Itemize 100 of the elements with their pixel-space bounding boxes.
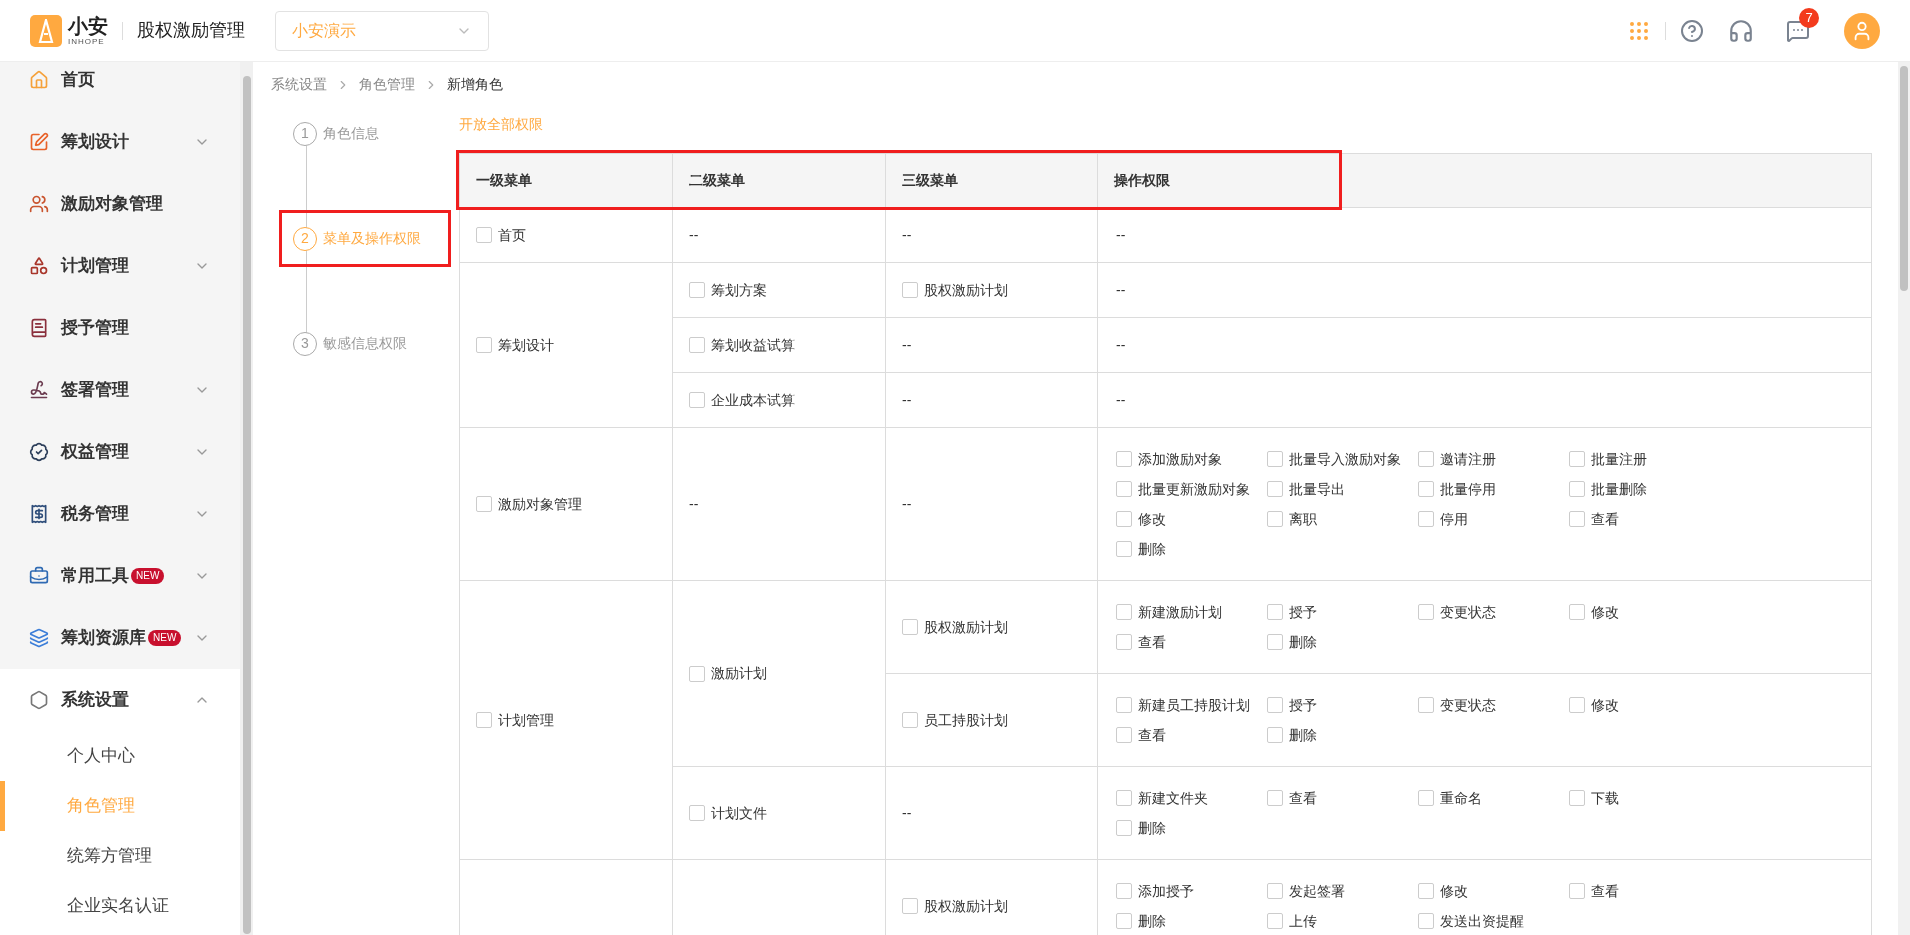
help-icon[interactable] — [1680, 18, 1704, 43]
sidebar-item[interactable]: 首页 — [0, 62, 240, 111]
checkbox[interactable] — [1267, 697, 1283, 713]
checkbox[interactable] — [1116, 883, 1132, 899]
permission-label: 查看 — [1591, 509, 1619, 529]
checkbox[interactable] — [1116, 634, 1132, 650]
checkbox[interactable] — [1267, 790, 1283, 806]
checkbox[interactable] — [689, 805, 705, 821]
checkbox[interactable] — [902, 619, 918, 635]
sidebar-subitem[interactable]: 个人中心 — [0, 731, 240, 781]
user-avatar[interactable] — [1844, 12, 1880, 49]
sidebar-subitem[interactable]: 企业实名认证 — [0, 881, 240, 931]
checkbox[interactable] — [1116, 541, 1132, 557]
checkbox[interactable] — [1267, 634, 1283, 650]
sidebar-item[interactable]: 授予管理 — [0, 297, 240, 359]
checkbox[interactable] — [1418, 481, 1434, 497]
checkbox[interactable] — [1116, 451, 1132, 467]
permission-label: 变更状态 — [1440, 602, 1496, 622]
checkbox[interactable] — [1267, 511, 1283, 527]
logo-icon — [30, 14, 62, 47]
sidebar-item[interactable]: 权益管理 — [0, 421, 240, 483]
book-icon — [29, 318, 49, 338]
checkbox[interactable] — [902, 898, 918, 914]
permission-label: 批量停用 — [1440, 479, 1496, 499]
sidebar-subitem[interactable]: 统筹方管理 — [0, 831, 240, 881]
sidebar-item[interactable]: 常用工具 NEW — [0, 545, 240, 607]
empty-value: -- — [689, 226, 699, 243]
permission-label: 批量更新激励对象 — [1138, 479, 1250, 499]
scrollbar-thumb[interactable] — [1900, 66, 1908, 291]
permission-label: 查看 — [1138, 632, 1166, 652]
checkbox[interactable] — [902, 282, 918, 298]
checkbox[interactable] — [476, 337, 492, 353]
checkbox[interactable] — [1116, 820, 1132, 836]
sidebar-item[interactable]: 计划管理 — [0, 235, 240, 297]
headset-icon[interactable] — [1728, 17, 1754, 44]
checkbox[interactable] — [1267, 451, 1283, 467]
breadcrumb-item[interactable]: 角色管理 — [359, 74, 415, 95]
checkbox[interactable] — [1116, 511, 1132, 527]
logo-subtext: INHOPE — [68, 37, 106, 46]
checkbox[interactable] — [1418, 790, 1434, 806]
checkbox[interactable] — [476, 712, 492, 728]
menu-label: 股权激励计划 — [924, 896, 1008, 916]
menu-label: 企业成本试算 — [711, 390, 795, 410]
checkbox[interactable] — [1418, 883, 1434, 899]
checkbox[interactable] — [1267, 913, 1283, 929]
breadcrumb-item[interactable]: 系统设置 — [271, 74, 327, 95]
permission-label: 修改 — [1440, 881, 1468, 901]
checkbox[interactable] — [1418, 451, 1434, 467]
permission-label: 发送出资提醒 — [1440, 911, 1524, 931]
checkbox[interactable] — [1116, 604, 1132, 620]
sidebar-item[interactable]: 签署管理 — [0, 359, 240, 421]
checkbox[interactable] — [1116, 697, 1132, 713]
checkbox[interactable] — [1569, 697, 1585, 713]
checkbox[interactable] — [1418, 511, 1434, 527]
permission-label: 批量注册 — [1591, 449, 1647, 469]
empty-value: -- — [902, 226, 912, 243]
menu-label: 计划管理 — [498, 710, 554, 730]
column-header: 二级菜单 — [672, 153, 886, 208]
sidebar-item[interactable]: 筹划设计 — [0, 111, 240, 173]
checkbox[interactable] — [689, 282, 705, 298]
checkbox[interactable] — [1569, 481, 1585, 497]
checkbox[interactable] — [689, 337, 705, 353]
checkbox[interactable] — [1116, 790, 1132, 806]
checkbox[interactable] — [476, 227, 492, 243]
permission-label: 新建文件夹 — [1138, 788, 1208, 808]
checkbox[interactable] — [689, 665, 705, 682]
checkbox[interactable] — [1569, 451, 1585, 467]
checkbox[interactable] — [1267, 604, 1283, 620]
sidebar-item[interactable]: 激励对象管理 — [0, 173, 240, 235]
sidebar-item[interactable]: 税务管理 — [0, 483, 240, 545]
empty-value: -- — [902, 391, 912, 408]
checkbox[interactable] — [1569, 883, 1585, 899]
checkbox[interactable] — [1116, 913, 1132, 929]
permission-label: 查看 — [1591, 881, 1619, 901]
column-header: 操作权限 — [1097, 153, 1872, 208]
checkbox[interactable] — [689, 392, 705, 408]
permission-label: 删除 — [1289, 725, 1317, 745]
checkbox[interactable] — [1116, 481, 1132, 497]
checkbox[interactable] — [1267, 727, 1283, 743]
scrollbar-thumb[interactable] — [242, 76, 251, 934]
checkbox[interactable] — [1418, 604, 1434, 620]
checkbox[interactable] — [476, 496, 492, 512]
checkbox[interactable] — [1116, 727, 1132, 743]
checkbox[interactable] — [1569, 790, 1585, 806]
checkbox[interactable] — [1418, 697, 1434, 713]
sidebar-item[interactable]: 筹划资源库 NEW — [0, 607, 240, 669]
permission-label: 删除 — [1138, 911, 1166, 931]
checkbox[interactable] — [1267, 481, 1283, 497]
checkbox[interactable] — [1569, 604, 1585, 620]
menu-label: 股权激励计划 — [924, 280, 1008, 300]
checkbox[interactable] — [902, 712, 918, 728]
permission-label: 变更状态 — [1440, 695, 1496, 715]
checkbox[interactable] — [1267, 883, 1283, 899]
empty-value: -- — [902, 804, 912, 821]
column-header: 三级菜单 — [885, 153, 1098, 208]
permission-label: 添加激励对象 — [1138, 449, 1222, 469]
checkbox[interactable] — [1569, 511, 1585, 527]
empty-value: -- — [1116, 336, 1126, 353]
users-icon — [29, 194, 49, 214]
checkbox[interactable] — [1418, 913, 1434, 929]
